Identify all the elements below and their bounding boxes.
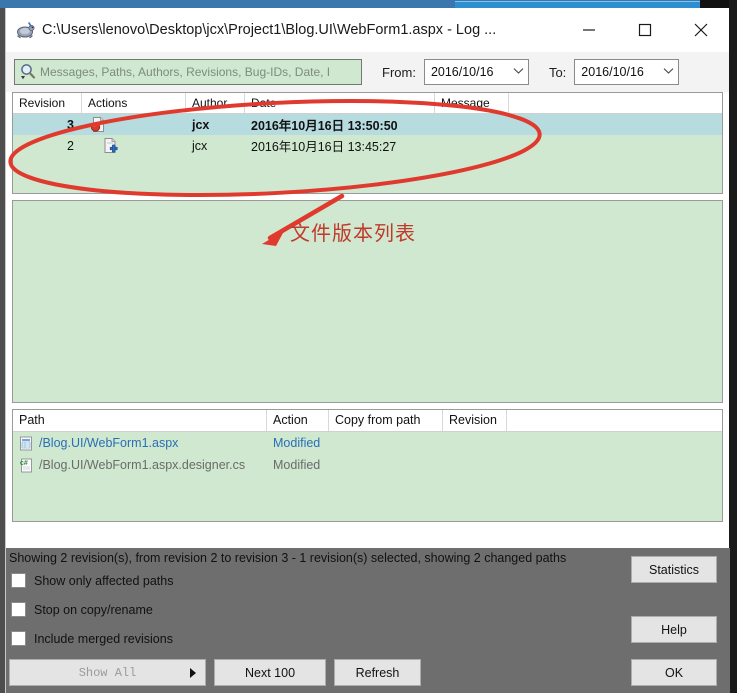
aspx-file-icon xyxy=(19,436,34,451)
checkbox-box[interactable] xyxy=(11,573,26,588)
checkbox-show-only-affected-paths[interactable]: Show only affected paths xyxy=(11,573,173,588)
action-text: Modified xyxy=(273,458,321,472)
checkbox-label: Include merged revisions xyxy=(34,631,173,646)
statistics-label: Statistics xyxy=(648,562,699,577)
revision-date: 2016年10月16日 13:50:50 xyxy=(251,119,398,133)
checkbox-label: Stop on copy/rename xyxy=(34,602,153,617)
from-date-value: 2016/10/16 xyxy=(430,65,494,79)
filter-bar: Messages, Paths, Authors, Revisions, Bug… xyxy=(6,52,729,92)
help-button[interactable]: Help xyxy=(631,616,717,643)
revision-list[interactable]: Revision Actions Author Date Message 3 j… xyxy=(12,92,723,194)
checkbox-box[interactable] xyxy=(11,631,26,646)
log-messages-window: C:\Users\lenovo\Desktop\jcx\Project1\Blo… xyxy=(5,8,730,693)
column-header-revision[interactable]: Revision xyxy=(13,93,82,113)
column-header-author[interactable]: Author xyxy=(186,93,245,113)
to-label: To: xyxy=(548,64,567,80)
action-text: Modified xyxy=(273,436,321,450)
chevron-down-icon xyxy=(663,67,674,78)
refresh-label: Refresh xyxy=(355,665,400,680)
revision-date: 2016年10月16日 13:45:27 xyxy=(251,140,397,154)
search-input[interactable]: Messages, Paths, Authors, Revisions, Bug… xyxy=(14,59,362,85)
column-header-action[interactable]: Action xyxy=(267,410,329,431)
checkbox-label: Show only affected paths xyxy=(34,573,174,588)
column-header-copy-from-path[interactable]: Copy from path xyxy=(329,410,443,431)
background-window-titlebar xyxy=(455,1,700,8)
search-placeholder-text: Messages, Paths, Authors, Revisions, Bug… xyxy=(40,65,331,79)
status-text: Showing 2 revision(s), from revision 2 t… xyxy=(9,551,567,565)
close-button[interactable] xyxy=(673,8,729,52)
to-date-combo[interactable]: 2016/10/16 xyxy=(574,59,680,85)
title-bar: C:\Users\lenovo\Desktop\jcx\Project1\Blo… xyxy=(6,8,729,52)
column-header-path[interactable]: Path xyxy=(13,410,267,431)
author-name: jcx xyxy=(192,117,210,132)
maximize-button[interactable] xyxy=(617,8,673,52)
checkbox-include-merged-revisions[interactable]: Include merged revisions xyxy=(11,631,173,646)
path-text: /Blog.UI/WebForm1.aspx xyxy=(39,436,179,450)
column-header-message[interactable]: Message xyxy=(435,93,509,113)
modified-file-icon xyxy=(82,116,186,133)
author-name: jcx xyxy=(192,138,208,153)
ok-label: OK xyxy=(664,665,684,680)
svg-text:c#: c# xyxy=(20,460,28,467)
next-100-button[interactable]: Next 100 xyxy=(214,659,326,686)
triangle-right-icon xyxy=(190,667,196,678)
path-cell: c# /Blog.UI/WebForm1.aspx.designer.cs xyxy=(13,458,267,473)
revision-list-header: Revision Actions Author Date Message xyxy=(13,93,722,114)
path-text: /Blog.UI/WebForm1.aspx.designer.cs xyxy=(39,458,246,472)
window-controls xyxy=(561,8,729,52)
show-all-button[interactable]: Show All xyxy=(9,659,206,686)
checkbox-box[interactable] xyxy=(11,602,26,617)
column-header-date[interactable]: Date xyxy=(245,93,435,113)
from-label: From: xyxy=(382,64,416,80)
help-label: Help xyxy=(661,622,687,637)
commit-message-panel[interactable] xyxy=(12,200,723,403)
revision-number: 3 xyxy=(67,117,74,132)
checkbox-stop-on-copy-rename[interactable]: Stop on copy/rename xyxy=(11,602,153,617)
chevron-down-icon xyxy=(513,67,524,78)
minimize-button[interactable] xyxy=(561,8,617,52)
turtle-icon xyxy=(14,19,36,41)
added-file-icon xyxy=(82,137,186,154)
commit-message-text xyxy=(13,201,722,213)
column-header-filler xyxy=(507,410,722,431)
csharp-file-icon: c# xyxy=(19,458,34,473)
next-100-label: Next 100 xyxy=(244,665,296,680)
table-row[interactable]: 3 jcx 2016年10月16日 13:50:50 xyxy=(13,114,722,135)
table-row[interactable]: 2 jcx 2016年10月16日 13:45:27 xyxy=(13,135,722,156)
dialog-bottom-panel: Showing 2 revision(s), from revision 2 t… xyxy=(6,548,730,693)
revision-number: 2 xyxy=(67,138,74,153)
ok-button[interactable]: OK xyxy=(631,659,717,686)
screenshot-root: C:\Users\lenovo\Desktop\jcx\Project1\Blo… xyxy=(0,0,737,693)
search-icon xyxy=(18,62,38,82)
statistics-button[interactable]: Statistics xyxy=(631,556,717,583)
to-date-value: 2016/10/16 xyxy=(581,65,644,79)
column-header-revision[interactable]: Revision xyxy=(443,410,507,431)
path-cell: /Blog.UI/WebForm1.aspx xyxy=(13,436,267,451)
window-title: C:\Users\lenovo\Desktop\jcx\Project1\Blo… xyxy=(42,22,497,38)
column-header-filler xyxy=(509,93,722,113)
list-item[interactable]: /Blog.UI/WebForm1.aspx Modified xyxy=(13,432,722,454)
changed-paths-list[interactable]: Path Action Copy from path Revision /Blo… xyxy=(12,409,723,522)
path-list-header: Path Action Copy from path Revision xyxy=(13,410,722,432)
refresh-button[interactable]: Refresh xyxy=(334,659,421,686)
desktop-right-edge xyxy=(729,0,737,693)
column-header-actions[interactable]: Actions xyxy=(82,93,186,113)
from-date-combo[interactable]: 2016/10/16 xyxy=(423,59,529,85)
show-all-label: Show All xyxy=(78,665,137,680)
list-item[interactable]: c# /Blog.UI/WebForm1.aspx.designer.cs Mo… xyxy=(13,454,722,476)
